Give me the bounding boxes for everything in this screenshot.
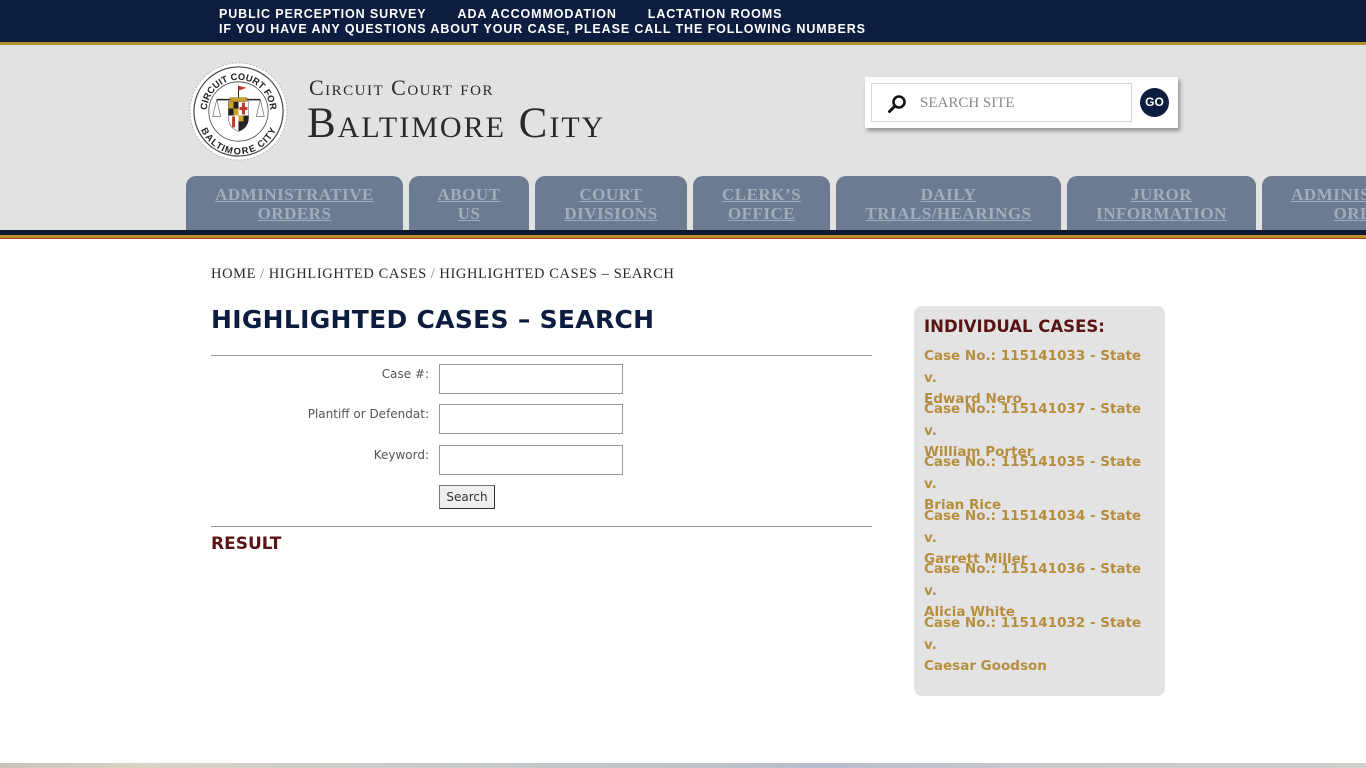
- case-link-defendant: Caesar Goodson: [924, 658, 1047, 674]
- nav-daily-trials-hearings[interactable]: DAILY TRIALS/HEARINGS: [836, 176, 1061, 230]
- case-link-number: Case No.: 115141034 - State v.: [924, 508, 1142, 546]
- main-nav: ADMINISTRATIVE ORDERS ABOUT US COURT DIV…: [0, 176, 1366, 230]
- nav-label: OFFICE: [727, 204, 796, 223]
- nav-label: TRIALS/HEARINGS: [865, 204, 1032, 223]
- nav-juror-information[interactable]: JUROR INFORMATION: [1067, 176, 1256, 230]
- page-title: HIGHLIGHTED CASES – SEARCH: [211, 305, 655, 334]
- case-link-number: Case No.: 115141037 - State v.: [924, 401, 1142, 439]
- nav-label: JUROR: [1130, 185, 1193, 204]
- nav-label: ABOUT: [437, 185, 501, 204]
- site-search-input[interactable]: [920, 91, 1120, 115]
- utility-bar: PUBLIC PERCEPTION SURVEY ADA ACCOMMODATI…: [0, 0, 1366, 42]
- keyword-input[interactable]: [439, 445, 623, 475]
- case-link[interactable]: Case No.: 115141032 - State v. Caesar Go…: [924, 613, 1156, 678]
- case-link-number: Case No.: 115141032 - State v.: [924, 615, 1142, 653]
- nav-label: COURT: [579, 185, 643, 204]
- nav-label: CLERK’S: [721, 185, 802, 204]
- lactation-rooms-link[interactable]: LACTATION ROOMS: [648, 7, 783, 21]
- nav-label: DAILY: [920, 185, 977, 204]
- result-heading: RESULT: [211, 534, 282, 554]
- nav-label: ADMINISTRATIVE: [1291, 185, 1366, 204]
- nav-label: US: [457, 204, 481, 223]
- site-search: GO: [865, 77, 1178, 128]
- case-link-number: Case No.: 115141033 - State v.: [924, 348, 1142, 386]
- breadcrumb-home[interactable]: HOME: [211, 266, 256, 282]
- nav-label: ADMINISTRATIVE: [215, 185, 374, 204]
- breadcrumb-highlighted-cases[interactable]: HIGHLIGHTED CASES: [269, 266, 427, 282]
- breadcrumb: HOME / HIGHLIGHTED CASES / HIGHLIGHTED CASES…: [211, 266, 675, 283]
- nav-about-us[interactable]: ABOUT US: [409, 176, 529, 230]
- header-stripe-red: [0, 238, 1366, 239]
- breadcrumb-current: HIGHLIGHTED CASES – SEARCH: [439, 266, 675, 282]
- footer-image-strip: [0, 763, 1366, 768]
- breadcrumb-separator: /: [430, 266, 436, 282]
- nav-label: DIVISIONS: [564, 204, 658, 223]
- site-search-field: [871, 83, 1132, 122]
- nav-administrative-orders-2[interactable]: ADMINISTRATIVE ORDERS: [1262, 176, 1366, 230]
- search-icon[interactable]: [886, 93, 908, 115]
- search-go-button[interactable]: GO: [1140, 88, 1169, 117]
- divider: [211, 526, 872, 527]
- ada-accommodation-link[interactable]: ADA ACCOMMODATION: [458, 7, 617, 21]
- case-number-label: Case #:: [381, 367, 429, 381]
- nav-label: INFORMATION: [1096, 204, 1227, 223]
- site-header: CIRCUIT COURT FOR BALTIMORE CITY Circuit…: [0, 45, 1366, 230]
- search-button[interactable]: Search: [439, 485, 495, 509]
- party-name-input[interactable]: [439, 404, 623, 434]
- brand-subtitle: Circuit Court for: [309, 75, 494, 100]
- sidebar-title: INDIVIDUAL CASES:: [924, 317, 1105, 336]
- breadcrumb-separator: /: [260, 266, 265, 282]
- court-seal-icon: CIRCUIT COURT FOR BALTIMORE CITY: [189, 62, 288, 161]
- court-seal-logo[interactable]: CIRCUIT COURT FOR BALTIMORE CITY: [189, 62, 288, 161]
- public-perception-survey-link[interactable]: PUBLIC PERCEPTION SURVEY: [219, 7, 427, 21]
- party-name-label: Plantiff or Defendat:: [307, 407, 429, 421]
- nav-court-divisions[interactable]: COURT DIVISIONS: [535, 176, 687, 230]
- nav-label: ORDERS: [257, 204, 332, 223]
- nav-clerks-office[interactable]: CLERK’S OFFICE: [693, 176, 830, 230]
- divider: [211, 355, 872, 356]
- individual-cases-sidebar: INDIVIDUAL CASES: Case No.: 115141033 - …: [914, 306, 1165, 696]
- nav-label: ORDERS: [1333, 204, 1366, 223]
- case-link-number: Case No.: 115141036 - State v.: [924, 561, 1142, 599]
- case-number-input[interactable]: [439, 364, 623, 394]
- brand-title: Baltimore City: [307, 100, 606, 147]
- utility-links: PUBLIC PERCEPTION SURVEY ADA ACCOMMODATI…: [219, 7, 782, 21]
- contact-numbers-link[interactable]: IF YOU HAVE ANY QUESTIONS ABOUT YOUR CAS…: [219, 22, 866, 36]
- nav-administrative-orders[interactable]: ADMINISTRATIVE ORDERS: [186, 176, 403, 230]
- case-link-number: Case No.: 115141035 - State v.: [924, 454, 1142, 492]
- keyword-label: Keyword:: [373, 448, 429, 462]
